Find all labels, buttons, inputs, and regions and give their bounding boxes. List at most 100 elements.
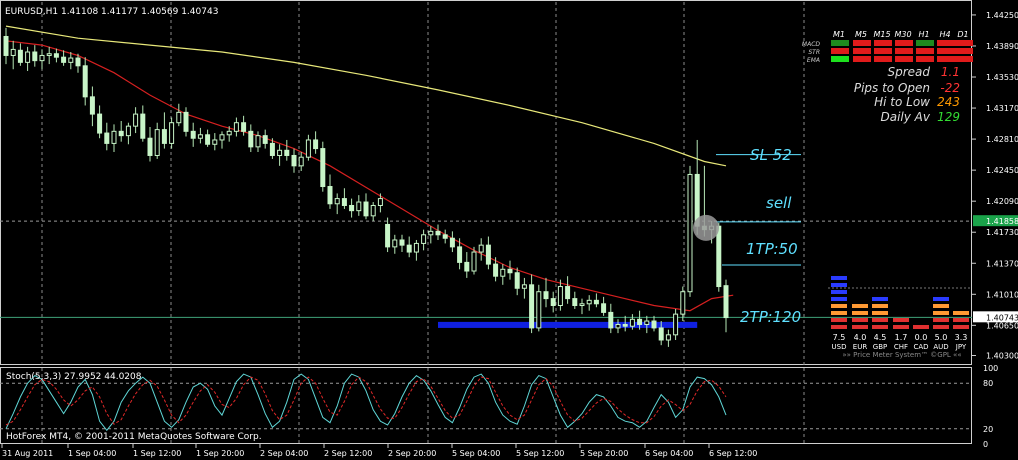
price-axis-label: 1.43890 — [986, 42, 1018, 51]
candle-body-bear — [363, 201, 369, 217]
candle-body-bull — [665, 334, 671, 341]
price-meter-value: 3.3 — [955, 333, 968, 342]
signal-cell — [874, 56, 892, 62]
stoch-axis-label: 20 — [983, 425, 993, 434]
candle — [507, 260, 513, 280]
signal-cell — [874, 40, 892, 46]
price-meter-bar — [852, 304, 868, 308]
price-meter-bar — [852, 325, 868, 329]
candle-body-bull — [500, 268, 506, 277]
price-meter-bar — [933, 297, 949, 301]
stat-value-pips-to-open: -22 — [940, 81, 960, 95]
candle-body-bear — [543, 291, 549, 300]
candle-body-bull — [169, 122, 175, 144]
time-axis-label: 2 Sep 20:00 — [388, 449, 436, 458]
price-meter-currency: EUR — [853, 343, 868, 351]
candle-body-bear — [341, 198, 347, 206]
candle — [442, 229, 448, 244]
candle-body-bull — [687, 173, 693, 293]
candle — [514, 267, 520, 296]
metatrader-chart-window: 1.44250 1.43890 1.43530 1.43170 1.42810 1.424… — [0, 0, 1018, 458]
candle — [521, 277, 527, 299]
candle — [169, 117, 175, 149]
candle — [392, 234, 398, 254]
signal-row-label: MACD — [802, 41, 820, 48]
candle-body-bull — [10, 48, 16, 56]
candle-body-bull — [413, 242, 419, 253]
candle — [133, 107, 139, 134]
candle-body-bull — [125, 125, 131, 137]
candle — [557, 279, 563, 311]
price-meter-bar — [933, 311, 949, 315]
candle-body-bull — [25, 51, 31, 63]
candle — [32, 45, 38, 67]
candle-body-bear — [61, 56, 67, 63]
candle-body-bear — [507, 268, 513, 274]
price-meter-bar — [831, 325, 847, 329]
price-axis-label: 1.40650 — [986, 321, 1018, 330]
candle — [449, 231, 455, 253]
signal-cell — [955, 56, 973, 62]
candle — [485, 236, 491, 270]
candle-body-bear — [565, 286, 571, 300]
candle-body-bull — [298, 156, 304, 167]
candle — [298, 152, 304, 171]
signal-cell — [895, 40, 913, 46]
support-zone-band — [438, 321, 698, 328]
candle — [586, 295, 592, 311]
candle-body-bear — [75, 57, 81, 67]
candle-body-bull — [521, 284, 527, 289]
candle — [327, 174, 333, 209]
candle-body-bear — [493, 263, 499, 277]
price-meter-bar — [933, 304, 949, 308]
candle-body-bear — [550, 298, 556, 307]
candle — [46, 46, 52, 65]
candle — [550, 291, 556, 313]
candle-body-bear — [183, 111, 189, 132]
candle-body-bull — [370, 204, 376, 217]
candle — [334, 193, 340, 215]
candle-body-bear — [89, 96, 95, 115]
candle-body-bull — [154, 129, 160, 156]
signal-cell — [937, 56, 955, 62]
candle-body-bear — [349, 204, 355, 212]
candle-body-bear — [97, 113, 103, 134]
signal-cell — [831, 48, 849, 54]
timeframe-label: D1 — [957, 30, 968, 39]
candle-body-bear — [320, 148, 326, 188]
candle — [61, 50, 67, 66]
candle — [154, 122, 160, 159]
candle — [464, 252, 470, 278]
signal-cell — [955, 40, 973, 46]
candle — [341, 188, 347, 209]
candle — [385, 217, 391, 253]
candle-body-bear — [32, 51, 38, 62]
candle-body-bull — [111, 130, 117, 144]
main-price-panel[interactable] — [0, 0, 972, 366]
price-meter-bar — [831, 290, 847, 294]
price-meter-value: 7.5 — [833, 333, 846, 342]
candle — [140, 105, 146, 142]
stats-panel: Spread 1.1 Pips to Open -22 Hi to Low 24… — [854, 65, 960, 124]
candle — [399, 234, 405, 253]
candle-body-bear — [269, 142, 275, 156]
price-axis-label: 1.42090 — [986, 197, 1018, 206]
price-axis-label: 1.44250 — [986, 11, 1018, 20]
price-meter-bar — [933, 325, 949, 329]
signal-cell — [916, 48, 934, 54]
candle-body-bull — [478, 244, 484, 253]
fast-moving-average-line — [5, 40, 734, 312]
candle — [212, 133, 218, 151]
candle-body-bear — [104, 132, 110, 144]
price-meter-currency: GBP — [873, 343, 887, 351]
candle-body-bear — [464, 261, 470, 272]
price-meter-bar — [872, 325, 888, 329]
candle — [500, 264, 506, 285]
candle — [25, 46, 31, 71]
candle-body-bear — [658, 327, 664, 341]
price-meter-value: 1.7 — [895, 333, 908, 342]
candle-body-bear — [190, 130, 196, 139]
candle-body-bear — [17, 49, 23, 63]
stoch-axis-label: 0 — [983, 440, 988, 449]
candle-body-bear — [449, 237, 455, 248]
